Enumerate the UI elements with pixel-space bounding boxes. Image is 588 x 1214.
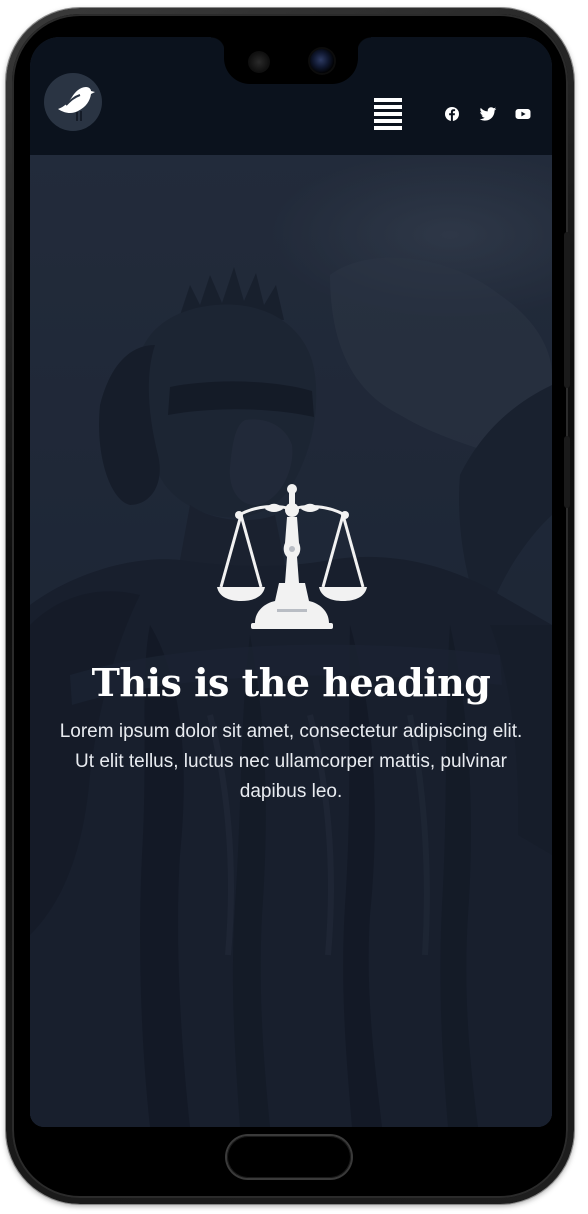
twitter-icon xyxy=(479,107,497,121)
bird-logo-icon xyxy=(58,87,95,121)
youtube-icon xyxy=(515,109,531,119)
twitter-link[interactable] xyxy=(479,105,497,123)
hero-text: Lorem ipsum dolor sit amet, consectetur … xyxy=(59,721,523,802)
power-button xyxy=(564,232,570,388)
proximity-sensor xyxy=(248,51,270,73)
menu-button[interactable] xyxy=(372,96,406,130)
home-button[interactable] xyxy=(227,1136,351,1178)
hero-overlay xyxy=(30,155,552,1127)
hamburger-menu-icon xyxy=(374,98,402,102)
hero-heading: This is the heading xyxy=(91,660,491,705)
phone-notch xyxy=(211,37,371,84)
volume-button xyxy=(564,436,570,508)
phone-screen: This is the heading Lorem ipsum dolor si… xyxy=(30,37,552,1127)
scales-of-justice-icon xyxy=(217,484,367,629)
site-logo[interactable] xyxy=(44,73,102,131)
facebook-link[interactable] xyxy=(443,105,461,123)
facebook-icon xyxy=(445,107,459,121)
hero-section: This is the heading Lorem ipsum dolor si… xyxy=(30,155,552,1127)
front-camera xyxy=(310,49,334,73)
youtube-link[interactable] xyxy=(514,105,532,123)
